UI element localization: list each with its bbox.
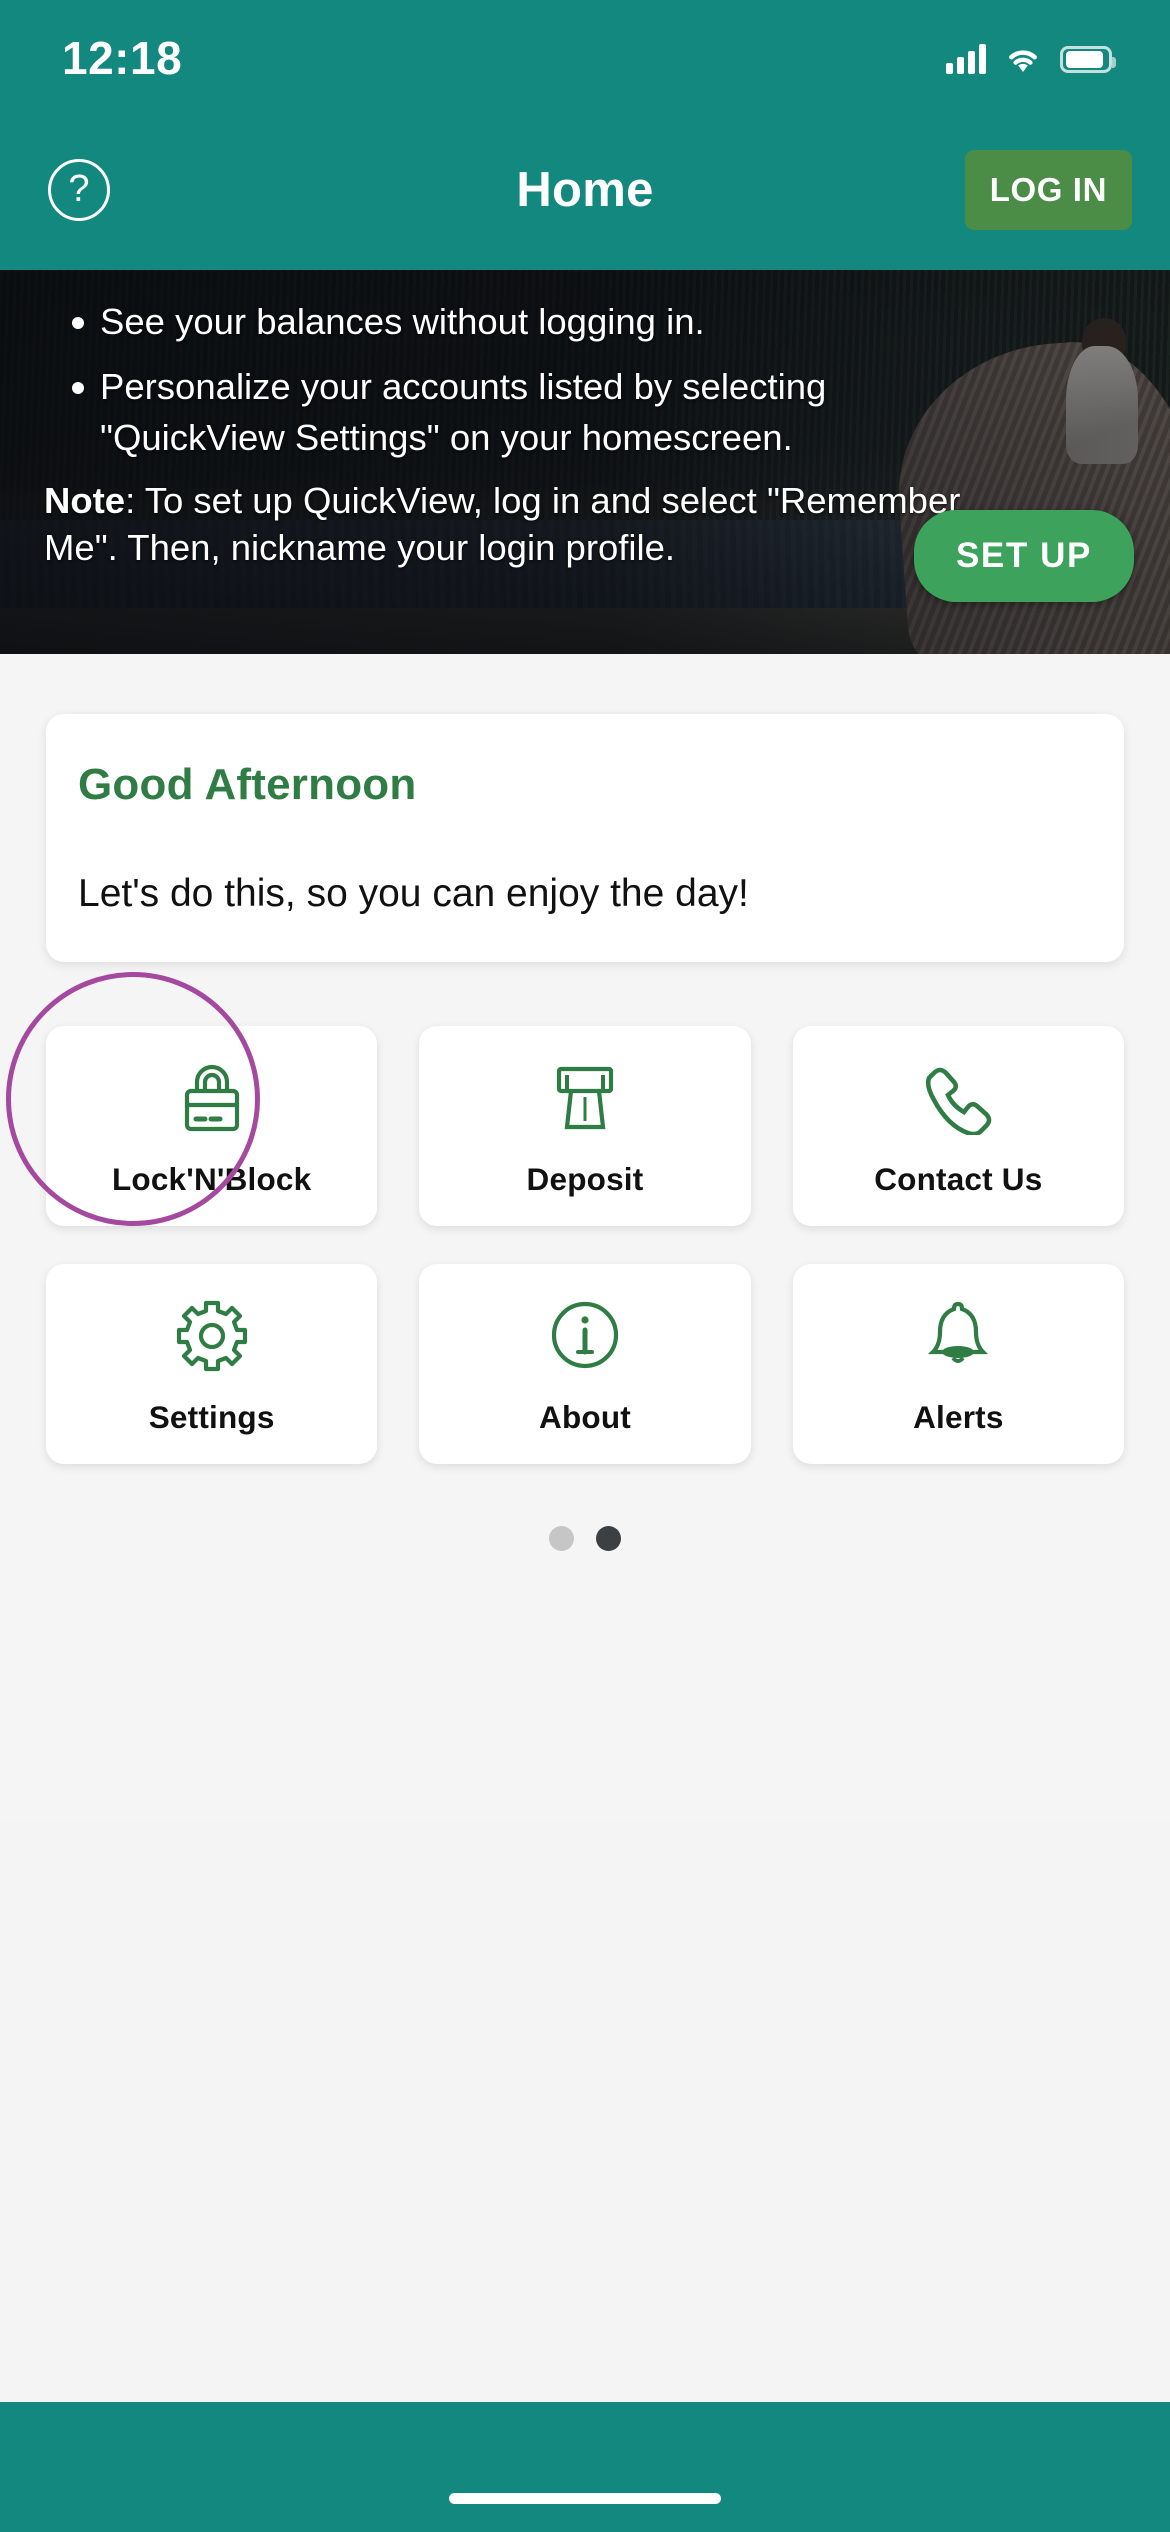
greeting-card: Good Afternoon Let's do this, so you can…	[46, 714, 1124, 962]
tile-label: Contact Us	[874, 1160, 1043, 1197]
tile-label: Alerts	[913, 1398, 1004, 1435]
atm-deposit-icon	[539, 1055, 631, 1139]
tile-deposit[interactable]: Deposit	[419, 1026, 751, 1226]
gear-icon	[166, 1293, 258, 1377]
cellular-signal-icon	[946, 44, 986, 74]
wifi-icon	[1005, 45, 1041, 73]
status-bar: 12:18	[0, 0, 1170, 110]
tile-label: Deposit	[526, 1160, 644, 1197]
card-lock-icon	[166, 1055, 258, 1139]
tile-label: Lock'N'Block	[111, 1160, 312, 1197]
tile-alerts[interactable]: Alerts	[792, 1264, 1124, 1464]
hero-note-label: Note	[44, 480, 126, 521]
quickview-hero-banner: See your balances without logging in. Pe…	[0, 270, 1170, 654]
tile-contact-us[interactable]: Contact Us	[792, 1026, 1124, 1226]
navigation-bar: ? Home LOG IN	[0, 110, 1170, 270]
set-up-button[interactable]: SET UP	[913, 510, 1134, 602]
tile-label: Settings	[148, 1398, 275, 1435]
hero-bullet-list: See your balances without logging in. Pe…	[44, 296, 1130, 463]
hero-bullet-item: See your balances without logging in.	[44, 296, 944, 347]
tile-about[interactable]: About	[419, 1264, 751, 1464]
status-bar-icons	[946, 44, 1116, 74]
battery-icon	[1060, 45, 1116, 73]
phone-icon	[912, 1055, 1004, 1139]
info-circle-icon	[539, 1293, 631, 1377]
log-in-button[interactable]: LOG IN	[964, 150, 1132, 230]
hero-note: Note: To set up QuickView, log in and se…	[44, 477, 974, 571]
bottom-bar	[0, 2402, 1170, 2532]
status-bar-time: 12:18	[62, 32, 183, 84]
greeting-subtitle: Let's do this, so you can enjoy the day!	[78, 872, 749, 915]
greeting-title: Good Afternoon	[78, 760, 417, 809]
bell-icon	[912, 1293, 1004, 1377]
main-content: Good Afternoon Let's do this, so you can…	[0, 654, 1170, 1822]
tile-lock-n-block[interactable]: Lock'N'Block	[46, 1026, 378, 1226]
tile-settings[interactable]: Settings	[46, 1264, 378, 1464]
hero-note-body: : To set up QuickView, log in and select…	[44, 480, 961, 568]
pagination-dot-2[interactable]	[596, 1526, 621, 1551]
hero-bullet-item: Personalize your accounts listed by sele…	[44, 361, 944, 463]
carousel-pagination[interactable]	[0, 1526, 1170, 1551]
help-icon[interactable]: ?	[48, 159, 110, 221]
tile-label: About	[539, 1398, 631, 1435]
pagination-dot-1[interactable]	[549, 1526, 574, 1551]
quick-action-grid: Lock'N'Block Deposit Contact Us Settings…	[6, 972, 1124, 1464]
home-indicator[interactable]	[449, 2493, 721, 2504]
